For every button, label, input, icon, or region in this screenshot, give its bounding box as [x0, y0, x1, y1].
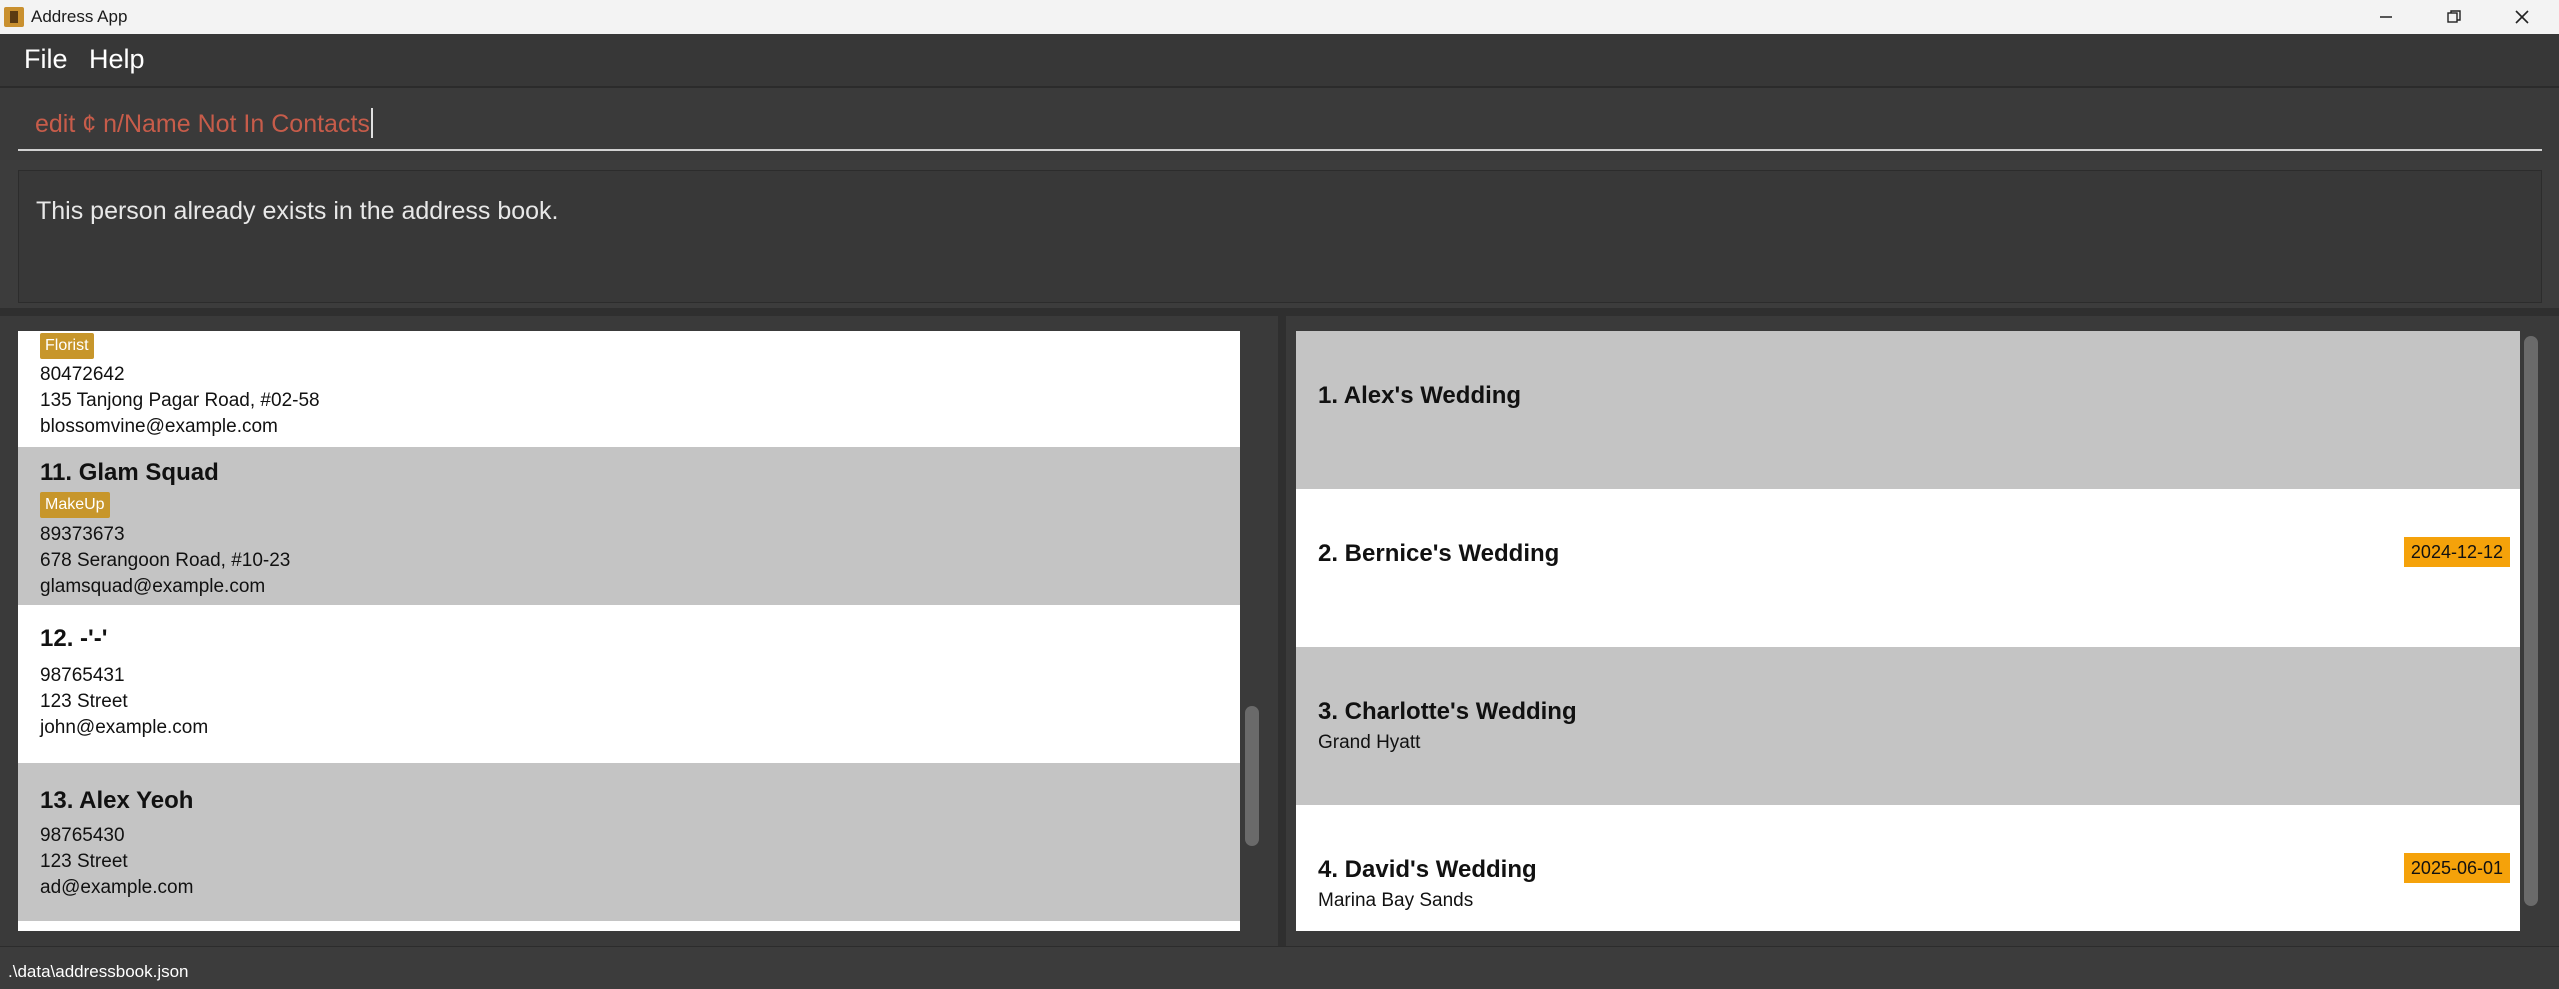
person-list[interactable]: Florist 80472642 135 Tanjong Pagar Road,… [18, 331, 1240, 931]
wedding-name: 4. David's Wedding [1318, 856, 1537, 883]
person-address: 123 Street [40, 691, 128, 712]
wedding-name: 3. Charlotte's Wedding [1318, 698, 1577, 725]
app-icon [4, 7, 24, 27]
horizontal-divider[interactable] [0, 308, 2559, 316]
wedding-card[interactable]: 1. Alex's Wedding [1296, 331, 2520, 489]
person-card[interactable]: Florist 80472642 135 Tanjong Pagar Road,… [18, 331, 1240, 447]
close-icon [2515, 10, 2529, 24]
wedding-card[interactable]: 3. Charlotte's Wedding Grand Hyatt [1296, 647, 2520, 805]
person-tag: Florist [40, 333, 94, 359]
wedding-date-badge: 2025-06-01 [2403, 853, 2510, 883]
status-bar: .\data\addressbook.json [0, 946, 2559, 989]
wedding-name: 1. Alex's Wedding [1318, 382, 1522, 409]
wedding-card[interactable]: 2. Bernice's Wedding 2024-12-12 [1296, 489, 2520, 647]
person-tag: MakeUp [40, 492, 110, 518]
command-text: edit ¢ n/Name Not In Contacts [35, 110, 370, 138]
person-email: john@example.com [40, 717, 209, 738]
person-card[interactable]: 12. -'-' 98765431 123 Street john@exampl… [18, 605, 1240, 763]
person-phone: 89373673 [40, 524, 125, 545]
person-list-panel: Florist 80472642 135 Tanjong Pagar Road,… [0, 316, 1278, 946]
result-display[interactable]: This person already exists in the addres… [18, 170, 2542, 303]
person-card[interactable]: 13. Alex Yeoh 98765430 123 Street ad@exa… [18, 763, 1240, 921]
wedding-list[interactable]: 1. Alex's Wedding 2. Bernice's Wedding 2… [1296, 331, 2520, 931]
title-bar: Address App [0, 0, 2559, 34]
wedding-venue: Grand Hyatt [1318, 732, 1421, 753]
window-title: Address App [31, 7, 128, 26]
text-caret [370, 108, 373, 138]
person-name: 11. Glam Squad [40, 459, 219, 486]
close-button[interactable] [2488, 0, 2556, 34]
wedding-venue: Marina Bay Sands [1318, 890, 1474, 911]
minimize-button[interactable] [2352, 0, 2420, 34]
person-card[interactable]: 11. Glam Squad MakeUp 89373673 678 Seran… [18, 447, 1240, 605]
person-card-partial [18, 921, 1240, 931]
command-area: edit ¢ n/Name Not In Contacts [0, 88, 2559, 160]
person-list-scrollbar[interactable] [1245, 706, 1259, 846]
wedding-date-badge: 2024-12-12 [2403, 537, 2510, 567]
file-path: .\data\addressbook.json [8, 962, 189, 981]
wedding-name: 2. Bernice's Wedding [1318, 540, 1560, 567]
person-name: 13. Alex Yeoh [40, 787, 194, 814]
person-address: 123 Street [40, 851, 128, 872]
wedding-list-scrollbar[interactable] [2524, 336, 2538, 906]
person-phone: 80472642 [40, 364, 125, 385]
person-address: 135 Tanjong Pagar Road, #02-58 [40, 390, 320, 411]
person-email: ad@example.com [40, 877, 194, 898]
restore-icon [2447, 10, 2461, 23]
wedding-list-panel: 1. Alex's Wedding 2. Bernice's Wedding 2… [1286, 316, 2559, 946]
wedding-card[interactable]: 4. David's Wedding 2025-06-01 Marina Bay… [1296, 805, 2520, 931]
menu-file[interactable]: File [24, 44, 68, 75]
person-email: glamsquad@example.com [40, 576, 266, 597]
person-email: blossomvine@example.com [40, 416, 278, 437]
vertical-divider[interactable] [1278, 316, 1286, 946]
result-message: This person already exists in the addres… [36, 197, 559, 225]
person-phone: 98765430 [40, 825, 125, 846]
person-name: 12. -'-' [40, 625, 108, 652]
restore-button[interactable] [2420, 0, 2488, 34]
command-input[interactable]: edit ¢ n/Name Not In Contacts [18, 88, 2542, 151]
person-phone: 98765431 [40, 665, 125, 686]
minimize-icon [2380, 16, 2392, 18]
person-address: 678 Serangoon Road, #10-23 [40, 550, 291, 571]
menu-help[interactable]: Help [89, 44, 145, 75]
menu-bar: File Help [0, 34, 2559, 88]
